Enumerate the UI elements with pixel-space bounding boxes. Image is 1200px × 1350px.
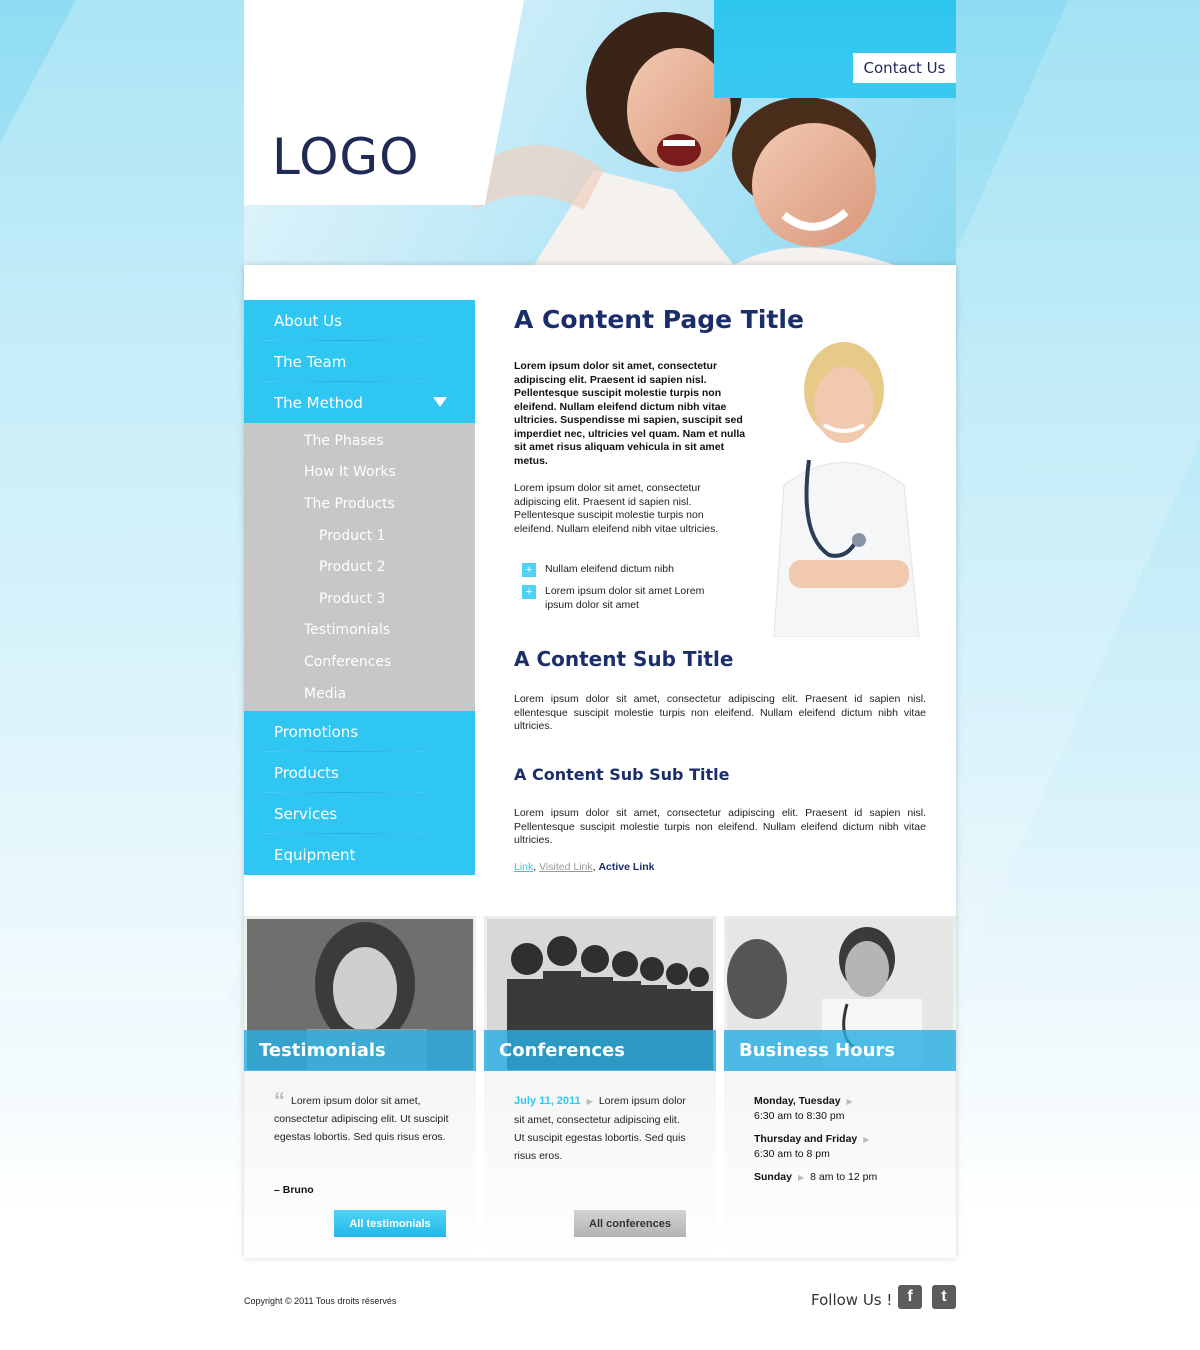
link-samples: Link, Visited Link, Active Link — [514, 861, 655, 873]
all-testimonials-button[interactable]: All testimonials — [334, 1210, 446, 1237]
hours-days: Sunday — [754, 1171, 792, 1183]
subnav-item-how-it-works[interactable]: How It Works — [244, 457, 475, 489]
subnav-item-the-phases[interactable]: The Phases — [244, 425, 475, 457]
nav-item-label: Services — [274, 804, 338, 823]
testimonials-caption: Testimonials — [244, 1030, 476, 1071]
link[interactable]: Link — [514, 861, 533, 873]
conference-date: July 11, 2011 — [514, 1095, 581, 1107]
subnav-item-conferences[interactable]: Conferences — [244, 646, 475, 678]
main-panel: About Us The Team The Method The Phases … — [244, 265, 956, 1258]
logo-panel: LOGO — [244, 0, 524, 205]
list-item-text: Nullam eleifend dictum nibh — [545, 563, 674, 575]
conference-text: July 11, 2011 ▶ Lorem ipsum dolor sit amet… — [514, 1092, 689, 1165]
list-item: + Lorem ipsum dolor sit amet Lorem ipsum … — [522, 585, 722, 612]
subnav: The Phases How It Works The Products Pro… — [244, 423, 475, 712]
nav-item-about-us[interactable]: About Us — [244, 300, 475, 341]
doctor-photo — [754, 335, 936, 637]
nav-item-label: Equipment — [274, 845, 356, 864]
intro-bold-paragraph: Lorem ipsum dolor sit amet, consectetur … — [514, 360, 746, 467]
arrow-right-icon: ▶ — [863, 1135, 870, 1144]
content-sub-title: A Content Sub Title — [514, 647, 734, 671]
intro-paragraph: Lorem ipsum dolor sit amet, consectetur … — [514, 482, 719, 535]
twitter-letter: t — [941, 1288, 947, 1305]
nav-item-the-method[interactable]: The Method — [244, 382, 475, 423]
nav-item-equipment[interactable]: Equipment — [244, 834, 475, 876]
page-title: A Content Page Title — [514, 305, 804, 334]
nav-item-label: Products — [274, 763, 339, 782]
plus-icon: + — [522, 563, 536, 577]
header-accent-bar — [714, 0, 956, 98]
facebook-icon[interactable]: f — [898, 1285, 922, 1309]
hours-days: Thursday and Friday — [754, 1133, 858, 1145]
follow-us-label: Follow Us ! — [811, 1291, 893, 1309]
subnav-item-product-2[interactable]: Product 2 — [244, 551, 475, 583]
list-item: Monday, Tuesday ▶ 6:30 am to 8:30 pm — [754, 1094, 944, 1123]
testimonial-text: “Lorem ipsum dolor sit amet, consectetur… — [274, 1090, 449, 1146]
active-link[interactable]: Active Link — [598, 861, 654, 873]
testimonials-box: Testimonials “Lorem ipsum dolor sit amet… — [244, 916, 476, 1258]
link-separator: , — [533, 861, 537, 873]
arrow-right-icon: ▶ — [846, 1097, 853, 1106]
nav-item-label: The Team — [274, 352, 347, 371]
subnav-item-the-products[interactable]: The Products — [244, 488, 475, 520]
content-sub-sub-title: A Content Sub Sub Title — [514, 765, 730, 784]
business-hours-caption: Business Hours — [724, 1030, 956, 1071]
logo[interactable]: LOGO — [272, 128, 420, 186]
subnav-item-media[interactable]: Media — [244, 678, 475, 710]
hours-time: 6:30 am to 8:30 pm — [754, 1110, 845, 1122]
sub-paragraph: Lorem ipsum dolor sit amet, consectetur … — [514, 693, 926, 732]
contact-us-button[interactable]: Contact Us — [853, 53, 956, 83]
conferences-box: Conferences July 11, 2011 ▶ Lorem ipsum do… — [484, 916, 716, 1258]
subnav-item-product-3[interactable]: Product 3 — [244, 583, 475, 615]
list-item: + Nullam eleifend dictum nibh — [522, 563, 722, 577]
testimonial-author: – Bruno — [274, 1184, 314, 1196]
subnav-item-product-1[interactable]: Product 1 — [244, 520, 475, 552]
nav-item-services[interactable]: Services — [244, 793, 475, 835]
all-conferences-button[interactable]: All conferences — [574, 1210, 686, 1237]
arrow-right-icon: ▶ — [797, 1173, 805, 1182]
sub-sub-paragraph: Lorem ipsum dolor sit amet, consectetur … — [514, 807, 926, 846]
nav-item-promotions[interactable]: Promotions — [244, 711, 475, 753]
nav-item-label: The Method — [274, 393, 363, 412]
hours-time: 6:30 am to 8 pm — [754, 1148, 830, 1160]
business-hours-box: Business Hours Monday, Tuesday ▶ 6:30 am t… — [724, 916, 956, 1258]
arrow-right-icon: ▶ — [586, 1097, 593, 1106]
twitter-icon[interactable]: t — [932, 1285, 956, 1309]
nav-item-label: Promotions — [274, 722, 359, 741]
testimonial-body: Lorem ipsum dolor sit amet, consectetur … — [274, 1095, 449, 1143]
nav-item-the-team[interactable]: The Team — [244, 341, 475, 382]
triangle-down-icon — [433, 397, 447, 407]
hours-list: Monday, Tuesday ▶ 6:30 am to 8:30 pm Thurs… — [754, 1094, 944, 1194]
list-item: Sunday ▶ 8 am to 12 pm — [754, 1170, 944, 1185]
list-item-text: Lorem ipsum dolor sit amet Lorem ipsum d… — [545, 585, 705, 611]
hours-days: Monday, Tuesday — [754, 1095, 841, 1107]
hours-time: 8 am to 12 pm — [810, 1171, 878, 1183]
bullet-list: + Nullam eleifend dictum nibh + Lorem ipsu… — [522, 563, 722, 620]
subnav-item-testimonials[interactable]: Testimonials — [244, 615, 475, 647]
quote-icon: “ — [274, 1088, 285, 1113]
copyright: Copyright © 2011 Tous droits réservés — [244, 1296, 397, 1306]
plus-icon: + — [522, 585, 536, 599]
nav-item-label: About Us — [274, 311, 342, 330]
facebook-letter: f — [907, 1288, 913, 1305]
sidebar-nav: About Us The Team The Method The Phases … — [244, 300, 475, 876]
nav-item-products[interactable]: Products — [244, 752, 475, 794]
visited-link[interactable]: Visited Link — [539, 861, 593, 873]
link-separator: , — [592, 861, 596, 873]
list-item: Thursday and Friday ▶ 6:30 am to 8 pm — [754, 1132, 944, 1161]
conferences-caption: Conferences — [484, 1030, 716, 1071]
header: Contact Us LOGO — [244, 0, 956, 265]
